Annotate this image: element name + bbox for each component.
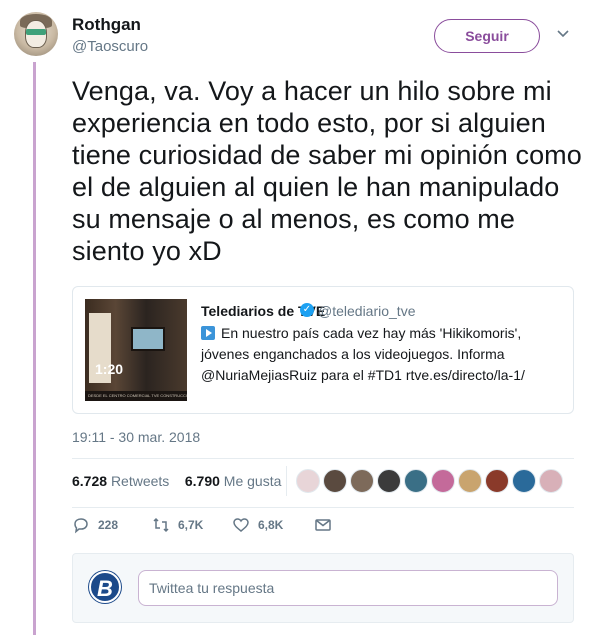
liker-avatar[interactable]	[539, 469, 563, 493]
card-text: En nuestro país cada vez hay más 'Hikiko…	[201, 323, 561, 386]
reply-icon	[74, 518, 88, 534]
retweets-label[interactable]: Retweets	[111, 473, 169, 489]
likers-avatars	[296, 469, 563, 493]
envelope-icon	[315, 519, 331, 531]
reply-count: 228	[98, 518, 119, 532]
reply-box: B	[72, 553, 574, 623]
retweet-button[interactable]: 6,7K	[152, 516, 203, 534]
liker-avatar[interactable]	[296, 469, 320, 493]
video-duration: 1:20	[95, 361, 124, 377]
thread-line	[33, 62, 36, 635]
like-count: 6,8K	[258, 518, 284, 532]
liker-avatar[interactable]	[323, 469, 347, 493]
video-thumbnail[interactable]: 1:20 DESDE EL CENTRO COMERCIAL TVE CONST…	[85, 299, 187, 401]
chevron-down-icon[interactable]	[557, 28, 569, 40]
play-icon	[201, 326, 215, 340]
card-text-body: En nuestro país cada vez hay más 'Hikiko…	[201, 325, 525, 383]
stats-separator	[286, 466, 287, 496]
tweet-text: Venga, va. Voy a hacer un hilo sobre mi …	[72, 76, 582, 266]
display-name[interactable]: Rothgan	[72, 15, 141, 35]
retweet-icon	[153, 517, 169, 533]
reply-avatar: B	[89, 571, 121, 603]
liker-avatar[interactable]	[377, 469, 401, 493]
divider	[72, 458, 574, 459]
follow-button[interactable]: Seguir	[434, 19, 540, 53]
tweet-timestamp[interactable]: 19:11 - 30 mar. 2018	[72, 429, 200, 445]
liker-avatar[interactable]	[350, 469, 374, 493]
liker-avatar[interactable]	[458, 469, 482, 493]
retweets-count[interactable]: 6.728	[72, 473, 107, 489]
divider	[72, 507, 574, 508]
avatar-mask	[26, 29, 46, 35]
heart-icon	[233, 518, 249, 532]
liker-avatar[interactable]	[404, 469, 428, 493]
like-button[interactable]: 6,8K	[232, 516, 283, 534]
tweet-stats: 6.728 Retweets 6.790 Me gusta	[72, 473, 281, 489]
thumbnail-screen	[131, 327, 165, 351]
reply-button[interactable]: 228	[72, 516, 118, 534]
liker-avatar[interactable]	[431, 469, 455, 493]
verified-badge-icon: ✓	[300, 303, 314, 317]
thumbnail-caption: DESDE EL CENTRO COMERCIAL TVE CONSTRUCCI…	[85, 391, 187, 401]
card-author-handle[interactable]: @telediario_tve	[318, 303, 416, 319]
retweet-count: 6,7K	[178, 518, 204, 532]
liker-avatar[interactable]	[485, 469, 509, 493]
user-handle[interactable]: @Taoscuro	[72, 38, 148, 55]
message-button[interactable]	[314, 516, 340, 534]
likes-label[interactable]: Me gusta	[224, 473, 282, 489]
quoted-card[interactable]: 1:20 DESDE EL CENTRO COMERCIAL TVE CONST…	[72, 286, 574, 414]
likes-count[interactable]: 6.790	[185, 473, 220, 489]
avatar[interactable]	[14, 12, 58, 56]
liker-avatar[interactable]	[512, 469, 536, 493]
reply-input[interactable]	[138, 570, 558, 606]
